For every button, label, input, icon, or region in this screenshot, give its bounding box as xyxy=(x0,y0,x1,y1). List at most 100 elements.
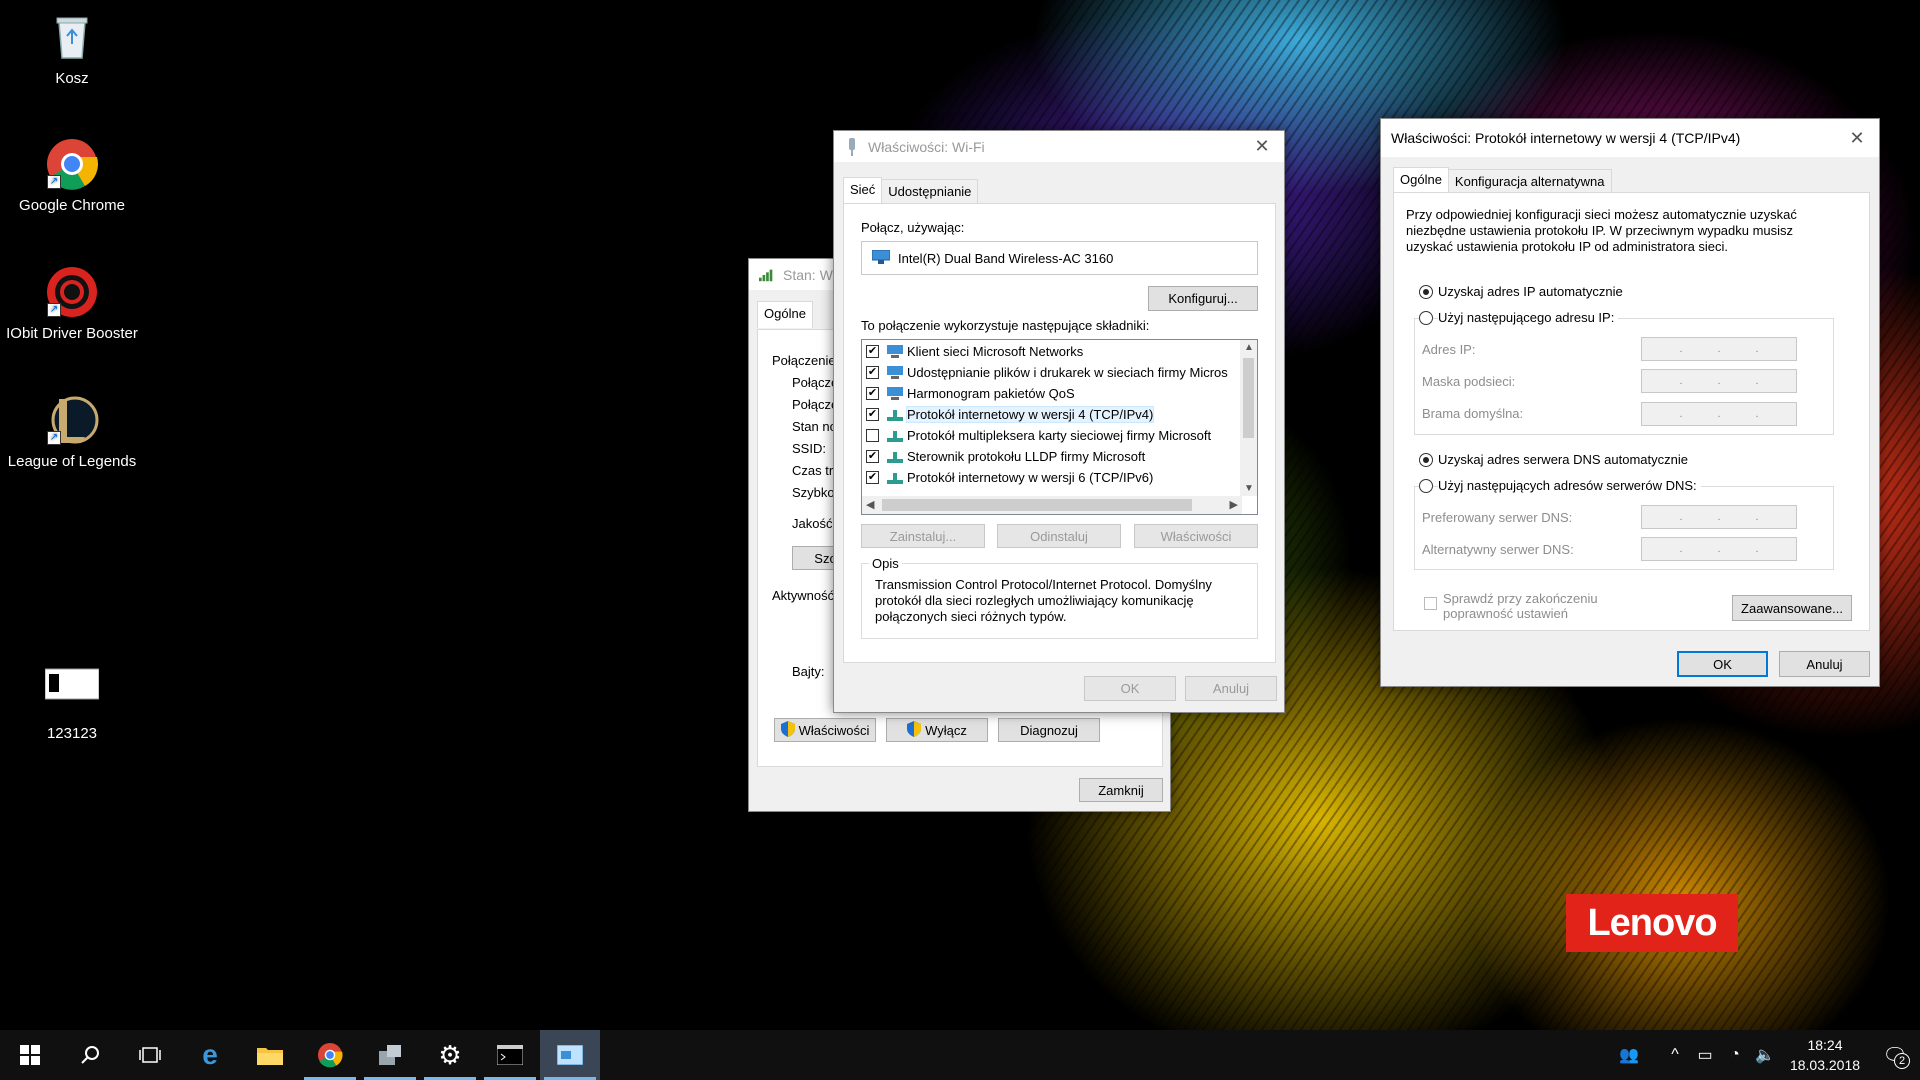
wifi-icon[interactable]: ◔ xyxy=(1720,1046,1750,1064)
ipv4-properties-window[interactable]: Właściwości: Protokół internetowy w wers… xyxy=(1380,118,1880,687)
gateway-input[interactable]: ... xyxy=(1641,402,1797,426)
desktop: Lenovo Kosz ↗ Google Chrome ↗ IObit Driv… xyxy=(0,0,1920,1030)
wifi-properties-window[interactable]: Właściwości: Wi-Fi ✕ Sieć Udostępnianie … xyxy=(833,130,1285,713)
list-item[interactable]: ✔ Protokół internetowy w wersji 6 (TCP/IP… xyxy=(866,467,1153,488)
search-button[interactable] xyxy=(60,1030,120,1080)
taskbar-file-explorer[interactable] xyxy=(240,1030,300,1080)
status-row: Połącze xyxy=(792,375,839,390)
desktop-icon-recycle-bin[interactable]: Kosz xyxy=(2,10,142,87)
task-view-button[interactable] xyxy=(120,1030,180,1080)
disable-button[interactable]: Wyłącz xyxy=(886,718,988,742)
ipv4-properties-titlebar[interactable]: Właściwości: Protokół internetowy w wers… xyxy=(1381,119,1879,157)
component-checkbox[interactable]: ✔ xyxy=(866,471,879,484)
alternate-dns-input[interactable]: ... xyxy=(1641,537,1797,561)
start-button[interactable] xyxy=(0,1030,60,1080)
taskbar-edge[interactable]: e xyxy=(180,1030,240,1080)
desktop-icon-chrome[interactable]: ↗ Google Chrome xyxy=(2,137,142,214)
list-item[interactable]: ✔ Harmonogram pakietów QoS xyxy=(866,383,1075,404)
protocol-icon xyxy=(887,408,903,422)
validate-checkbox[interactable] xyxy=(1424,597,1437,610)
list-item[interactable]: ✔ Sterownik protokołu LLDP firmy Microsof… xyxy=(866,446,1145,467)
list-item[interactable]: ✔ Klient sieci Microsoft Networks xyxy=(866,341,1083,362)
advanced-button[interactable]: Zaawansowane... xyxy=(1732,595,1852,621)
auto-dns-label[interactable]: Uzyskaj adres serwera DNS automatycznie xyxy=(1438,452,1688,467)
taskbar-command-prompt[interactable] xyxy=(480,1030,540,1080)
manual-ip-label[interactable]: Użyj następującego adresu IP: xyxy=(1438,310,1619,325)
window-title: Właściwości: Wi-Fi xyxy=(868,138,985,155)
components-list[interactable]: ✔ Klient sieci Microsoft Networks ✔ Udostę… xyxy=(861,339,1258,515)
desktop-icon-driver-booster[interactable]: ↗ IObit Driver Booster xyxy=(2,265,142,342)
ok-button[interactable]: OK xyxy=(1084,676,1176,701)
action-center-button[interactable]: 🗨 2 xyxy=(1870,1043,1920,1069)
ok-button[interactable]: OK xyxy=(1677,651,1768,677)
taskbar-network-connections[interactable] xyxy=(540,1030,600,1080)
description-label: Opis xyxy=(869,556,902,571)
preferred-dns-input[interactable]: ... xyxy=(1641,505,1797,529)
scroll-thumb[interactable] xyxy=(882,499,1192,511)
scroll-down-icon[interactable]: ▼ xyxy=(1244,483,1254,494)
app-box-icon xyxy=(379,1045,401,1065)
close-icon[interactable]: ✕ xyxy=(1240,131,1284,162)
component-checkbox[interactable]: ✔ xyxy=(866,387,879,400)
component-checkbox[interactable]: ✔ xyxy=(866,450,879,463)
list-item[interactable]: ✔ Protokół internetowy w wersji 4 (TCP/IP… xyxy=(866,404,1155,425)
clock-time: 18:24 xyxy=(1807,1037,1843,1053)
component-checkbox[interactable]: ✔ xyxy=(866,345,879,358)
manual-ip-radio[interactable] xyxy=(1419,311,1433,325)
install-button[interactable]: Zainstaluj... xyxy=(861,524,985,548)
scroll-right-icon[interactable]: ▶ xyxy=(1230,498,1238,511)
vertical-scrollbar[interactable]: ▲ ▼ xyxy=(1240,340,1257,496)
uninstall-button[interactable]: Odinstaluj xyxy=(997,524,1121,548)
people-icon[interactable]: 👥 xyxy=(1614,1045,1644,1065)
tab-general[interactable]: Ogólne xyxy=(757,301,813,328)
league-of-legends-icon: ↗ xyxy=(45,393,99,447)
lenovo-logo: Lenovo xyxy=(1566,894,1738,952)
tab-general[interactable]: Ogólne xyxy=(1393,167,1449,194)
properties-button[interactable]: Właściwości xyxy=(774,718,876,742)
close-icon[interactable]: ✕ xyxy=(1835,119,1879,157)
scroll-left-icon[interactable]: ◀ xyxy=(866,498,874,511)
bytes-label: Bajty: xyxy=(792,664,825,679)
taskbar-app[interactable] xyxy=(360,1030,420,1080)
auto-ip-label[interactable]: Uzyskaj adres IP automatycznie xyxy=(1438,284,1623,299)
auto-ip-radio[interactable] xyxy=(1419,285,1433,299)
chevron-up-icon[interactable]: ^ xyxy=(1660,1046,1690,1064)
horizontal-scrollbar[interactable]: ◀ ▶ xyxy=(862,496,1242,514)
scroll-up-icon[interactable]: ▲ xyxy=(1244,342,1254,353)
desktop-icon-123123[interactable]: 123123 xyxy=(2,665,142,742)
components-label: To połączenie wykorzystuje następujące s… xyxy=(861,318,1150,333)
scroll-thumb[interactable] xyxy=(1243,358,1254,438)
file-icon xyxy=(44,665,100,719)
shortcut-arrow-icon: ↗ xyxy=(47,175,61,189)
ip-address-input[interactable]: ... xyxy=(1641,337,1797,361)
cancel-button[interactable]: Anuluj xyxy=(1779,651,1870,677)
component-properties-button[interactable]: Właściwości xyxy=(1134,524,1258,548)
list-item[interactable]: ✔ Udostępnianie plików i drukarek w sieci… xyxy=(866,362,1228,383)
manual-dns-label[interactable]: Użyj następujących adresów serwerów DNS: xyxy=(1438,478,1701,493)
battery-icon[interactable]: ▭ xyxy=(1690,1045,1720,1065)
manual-dns-radio[interactable] xyxy=(1419,479,1433,493)
close-button[interactable]: Zamknij xyxy=(1079,778,1163,802)
status-row: Czas tr xyxy=(792,463,834,478)
uac-shield-icon xyxy=(907,720,922,740)
volume-icon[interactable]: 🔈 xyxy=(1750,1045,1780,1065)
component-checkbox[interactable] xyxy=(866,429,879,442)
tab-network[interactable]: Sieć xyxy=(843,177,883,204)
wifi-properties-titlebar[interactable]: Właściwości: Wi-Fi ✕ xyxy=(834,131,1284,162)
diagnose-button[interactable]: Diagnozuj xyxy=(998,718,1100,742)
auto-dns-radio[interactable] xyxy=(1419,453,1433,467)
subnet-mask-input[interactable]: ... xyxy=(1641,369,1797,393)
taskbar-chrome[interactable] xyxy=(300,1030,360,1080)
component-checkbox[interactable]: ✔ xyxy=(866,408,879,421)
desktop-icon-league-of-legends[interactable]: ↗ League of Legends xyxy=(2,393,142,470)
tab-sharing[interactable]: Udostępnianie xyxy=(881,179,979,206)
component-checkbox[interactable]: ✔ xyxy=(866,366,879,379)
cancel-button[interactable]: Anuluj xyxy=(1185,676,1277,701)
clock[interactable]: 18:24 18.03.2018 xyxy=(1780,1035,1870,1075)
desktop-icon-label: IObit Driver Booster xyxy=(6,325,138,342)
list-item[interactable]: Protokół multipleksera karty sieciowej f… xyxy=(866,425,1211,446)
taskbar-settings[interactable]: ⚙ xyxy=(420,1030,480,1080)
status-row: Połącze xyxy=(792,397,839,412)
windows-logo-icon xyxy=(20,1045,40,1065)
configure-button[interactable]: Konfiguruj... xyxy=(1148,286,1258,311)
